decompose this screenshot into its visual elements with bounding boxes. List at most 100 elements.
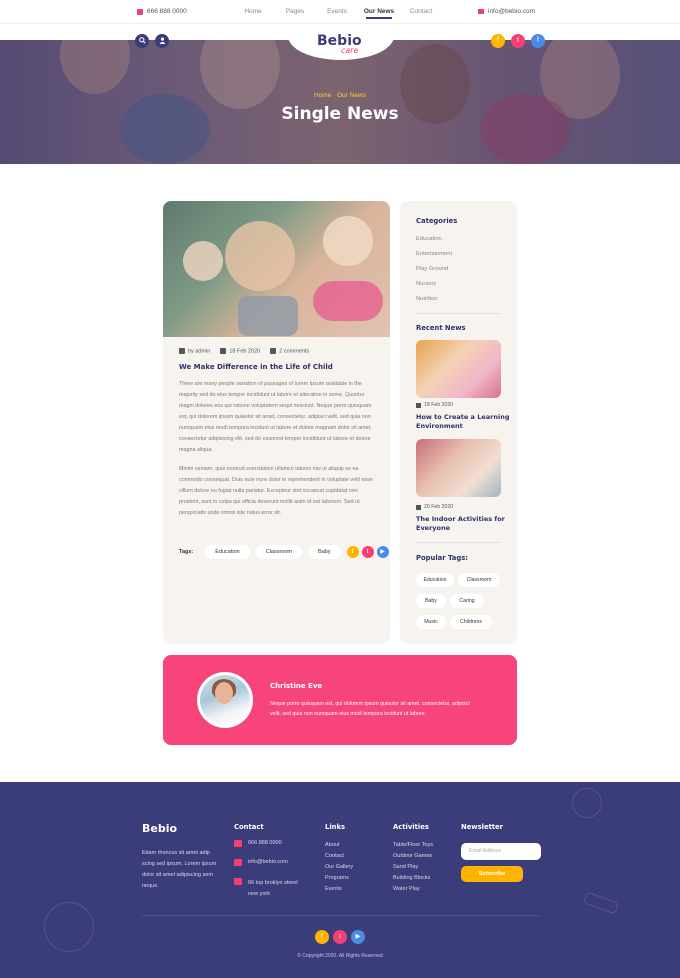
article-title: We Make Difference in the Life of Child: [179, 363, 333, 371]
divider: [416, 313, 501, 314]
footer: Bebio Etiam rhoncus sit amet adip scing …: [0, 782, 680, 978]
popular-tag-classroom[interactable]: Classroom: [458, 573, 500, 587]
footer-activity[interactable]: Sand Play: [393, 864, 418, 870]
meta-date: 18 Feb 2020: [220, 348, 260, 354]
footer-link-events[interactable]: Events: [325, 886, 342, 892]
footer-twitter-button[interactable]: t: [333, 930, 347, 944]
author-name: Christine Eve: [270, 682, 323, 690]
article-photo-figure: [238, 296, 298, 336]
phone-icon: [137, 8, 143, 15]
nav-home[interactable]: Home: [232, 8, 274, 15]
calendar-icon: [416, 402, 421, 408]
recent-news-heading: Recent News: [416, 324, 466, 332]
category-education[interactable]: Education: [416, 236, 442, 242]
site-logo[interactable]: Bebio care: [317, 33, 362, 55]
popular-tag-music[interactable]: Music: [416, 615, 446, 629]
share-twitter-button[interactable]: t: [361, 546, 374, 558]
footer-activity[interactable]: Outdoor Games: [393, 853, 432, 859]
popular-tag-baby[interactable]: Baby: [416, 594, 446, 608]
article-meta: by admin 18 Feb 2020 2 comments: [179, 348, 309, 354]
share-youtube-button[interactable]: ▶: [376, 546, 389, 558]
mail-icon: [478, 9, 484, 14]
main-nav: Home Pages Events Our News Contact: [232, 8, 442, 19]
recent-news-thumb[interactable]: [416, 340, 501, 398]
category-entertainment[interactable]: Entertainment: [416, 251, 452, 257]
category-nutrition[interactable]: Nutrition: [416, 296, 438, 302]
article-paragraph-1: There are many people variation of passa…: [179, 381, 372, 453]
popular-tag-childrens[interactable]: Childrens: [450, 615, 492, 629]
location-icon: [234, 878, 242, 885]
facebook-icon: f: [497, 37, 499, 44]
top-bar: 666 888 0000 Home Pages Events Our News …: [0, 0, 680, 24]
footer-email[interactable]: info@bebio.com: [248, 859, 288, 865]
footer-activity[interactable]: Table/Floor Toys: [393, 842, 433, 848]
user-icon: [159, 37, 165, 44]
meta-date-text: 18 Feb 2020: [229, 348, 261, 355]
category-nursery[interactable]: Nursery: [416, 281, 436, 287]
breadcrumb-home[interactable]: Home: [314, 92, 331, 99]
recent-news-thumb[interactable]: [416, 439, 501, 497]
footer-link-contact[interactable]: Contact: [325, 853, 344, 859]
facebook-icon: f: [321, 933, 323, 940]
tag-classroom[interactable]: Classroom: [255, 545, 303, 559]
footer-link-gallery[interactable]: Our Gallery: [325, 864, 353, 870]
facebook-icon: f: [537, 37, 539, 44]
sun-decoration: [572, 788, 602, 818]
popular-tag-caring[interactable]: Caring: [450, 594, 484, 608]
footer-activity[interactable]: Building Blocks: [393, 875, 430, 881]
tag-education[interactable]: Education: [205, 545, 250, 559]
recent-news-title[interactable]: The Indoor Activities for Everyone: [416, 515, 511, 533]
nav-our-news[interactable]: Our News: [358, 8, 400, 19]
category-playground[interactable]: Play Ground: [416, 266, 448, 272]
footer-youtube-button[interactable]: ▶: [351, 930, 365, 944]
article-photo-figure: [183, 241, 223, 281]
footer-activity[interactable]: Water Play: [393, 886, 420, 892]
account-button[interactable]: [155, 34, 169, 48]
footer-phone[interactable]: 666 888 0000: [248, 840, 282, 846]
meta-author-text: by admin: [188, 348, 211, 355]
facebook-icon: f: [351, 549, 354, 555]
footer-contact-heading: Contact: [234, 823, 264, 831]
subscribe-button[interactable]: Subscribe: [461, 866, 523, 882]
popular-tag-education[interactable]: Education: [416, 573, 454, 587]
author-bio: Neque porro quisquam est, qui dolorem ip…: [270, 701, 470, 717]
divider: [416, 542, 501, 543]
footer-link-programs[interactable]: Programs: [325, 875, 349, 881]
comment-icon: [270, 348, 277, 354]
topbar-phone-text: 666 888 0000: [147, 8, 187, 15]
meta-comments[interactable]: 2 comments: [270, 348, 309, 354]
footer-description: Etiam rhoncus sit amet adip scing sed ip…: [142, 850, 217, 889]
airplane-decoration: [582, 891, 620, 915]
share-facebook-button[interactable]: f: [346, 546, 359, 558]
meta-author[interactable]: by admin: [179, 348, 210, 354]
recent-news-date: 18 Feb 2020: [416, 402, 453, 408]
logo-sub: care: [341, 46, 359, 55]
recent-news-date-text: 18 Feb 2020: [424, 402, 454, 408]
facebook-button[interactable]: f: [491, 34, 505, 48]
recent-news-date-text: 20 Feb 2020: [424, 504, 454, 510]
mail-icon: [234, 859, 242, 866]
topbar-phone[interactable]: 666 888 0000: [137, 8, 187, 15]
footer-activities-heading: Activities: [393, 823, 429, 831]
calendar-icon: [416, 504, 421, 510]
nav-pages[interactable]: Pages: [274, 8, 316, 15]
footer-facebook-button[interactable]: f: [315, 930, 329, 944]
nav-contact[interactable]: Contact: [400, 8, 442, 15]
twitter-icon: t: [517, 37, 519, 44]
article-photo-figure: [225, 221, 295, 291]
topbar-email[interactable]: info@bebio.com: [478, 8, 535, 15]
recent-news-title[interactable]: How to Create a Learning Environment: [416, 413, 511, 431]
twitter-button[interactable]: t: [511, 34, 525, 48]
footer-logo[interactable]: Bebio: [142, 822, 177, 835]
article-image: [163, 201, 390, 337]
newsletter-email-input[interactable]: Email Address: [461, 843, 541, 860]
sidebar: Categories Education Entertainment Play …: [400, 201, 517, 644]
footer-link-about[interactable]: About: [325, 842, 339, 848]
twitter-icon: t: [366, 549, 369, 555]
article-tags: Tags: Education Classroom Baby f t ▶: [179, 545, 389, 559]
search-icon: [138, 37, 146, 44]
search-button[interactable]: [135, 34, 149, 48]
nav-events[interactable]: Events: [316, 8, 358, 15]
facebook-button-2[interactable]: f: [531, 34, 545, 48]
tag-baby[interactable]: Baby: [308, 545, 341, 559]
